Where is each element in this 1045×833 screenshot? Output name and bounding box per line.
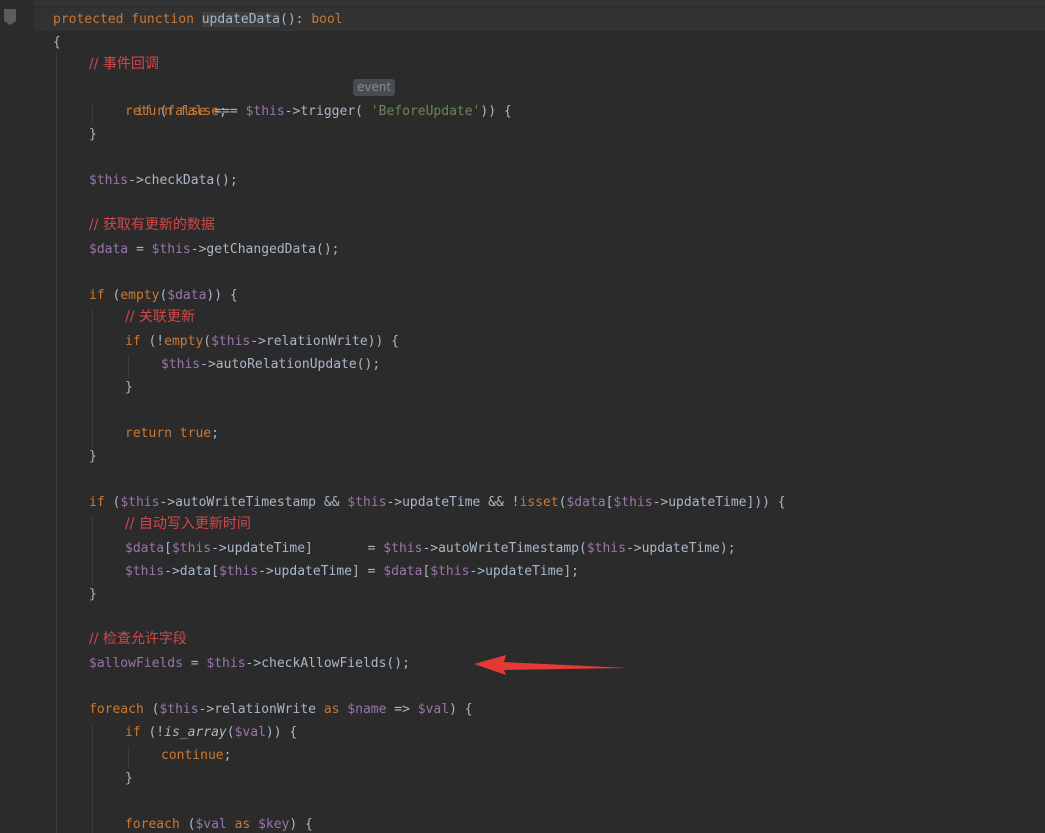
code-line-close-brace[interactable]: }	[89, 583, 97, 606]
parameter-hint: event	[353, 79, 396, 96]
code-line-comment-event-callback[interactable]: // 事件回调	[89, 53, 159, 76]
code-line-if-is-array[interactable]: if (!is_array($val)) {	[125, 721, 297, 744]
code-line-return-false[interactable]: return false;	[125, 100, 227, 123]
code-line-close-brace[interactable]: }	[89, 445, 97, 468]
code-line-if-trigger[interactable]: if (false === $this->trigger( 'BeforeUpd…	[89, 77, 512, 119]
code-line-assign-data-update-time[interactable]: $data[$this->updateTime] = $this->autoWr…	[125, 537, 736, 560]
code-editor[interactable]: protected function updateData(): bool { …	[0, 0, 1045, 833]
code-line-comment-get-changed[interactable]: // 获取有更新的数据	[89, 214, 215, 237]
code-area[interactable]: protected function updateData(): bool { …	[0, 0, 1045, 833]
code-line-continue[interactable]: continue;	[161, 744, 231, 767]
code-line-foreach-val[interactable]: foreach ($val as $key) {	[125, 813, 313, 833]
code-line-return-true[interactable]: return true;	[125, 422, 219, 445]
code-line-comment-auto-write-time[interactable]: // 自动写入更新时间	[125, 513, 251, 536]
code-line-if-empty[interactable]: if (empty($data)) {	[89, 284, 238, 307]
code-line-if-auto-timestamp[interactable]: if ($this->autoWriteTimestamp && $this->…	[89, 491, 786, 514]
code-line-comment-check-allow-fields[interactable]: // 检查允许字段	[89, 628, 187, 651]
code-line-auto-relation-update[interactable]: $this->autoRelationUpdate();	[161, 353, 380, 376]
code-line-open-brace[interactable]: {	[53, 31, 61, 54]
code-line-close-brace[interactable]: }	[89, 123, 97, 146]
code-line-close-brace[interactable]: }	[125, 376, 133, 399]
code-line-comment-relation-update[interactable]: // 关联更新	[125, 306, 195, 329]
code-line-check-data[interactable]: $this->checkData();	[89, 169, 238, 192]
code-line-assign-this-data[interactable]: $this->data[$this->updateTime] = $data[$…	[125, 560, 579, 583]
code-line-function-signature[interactable]: protected function updateData(): bool	[34, 8, 1045, 31]
code-line-allow-fields[interactable]: $allowFields = $this->checkAllowFields()…	[89, 652, 410, 675]
code-line-foreach-relation-write[interactable]: foreach ($this->relationWrite as $name =…	[89, 698, 473, 721]
code-line-get-changed-data[interactable]: $data = $this->getChangedData();	[89, 238, 339, 261]
code-line-close-brace[interactable]: }	[125, 767, 133, 790]
code-line-if-relation-write[interactable]: if (!empty($this->relationWrite)) {	[125, 330, 399, 353]
